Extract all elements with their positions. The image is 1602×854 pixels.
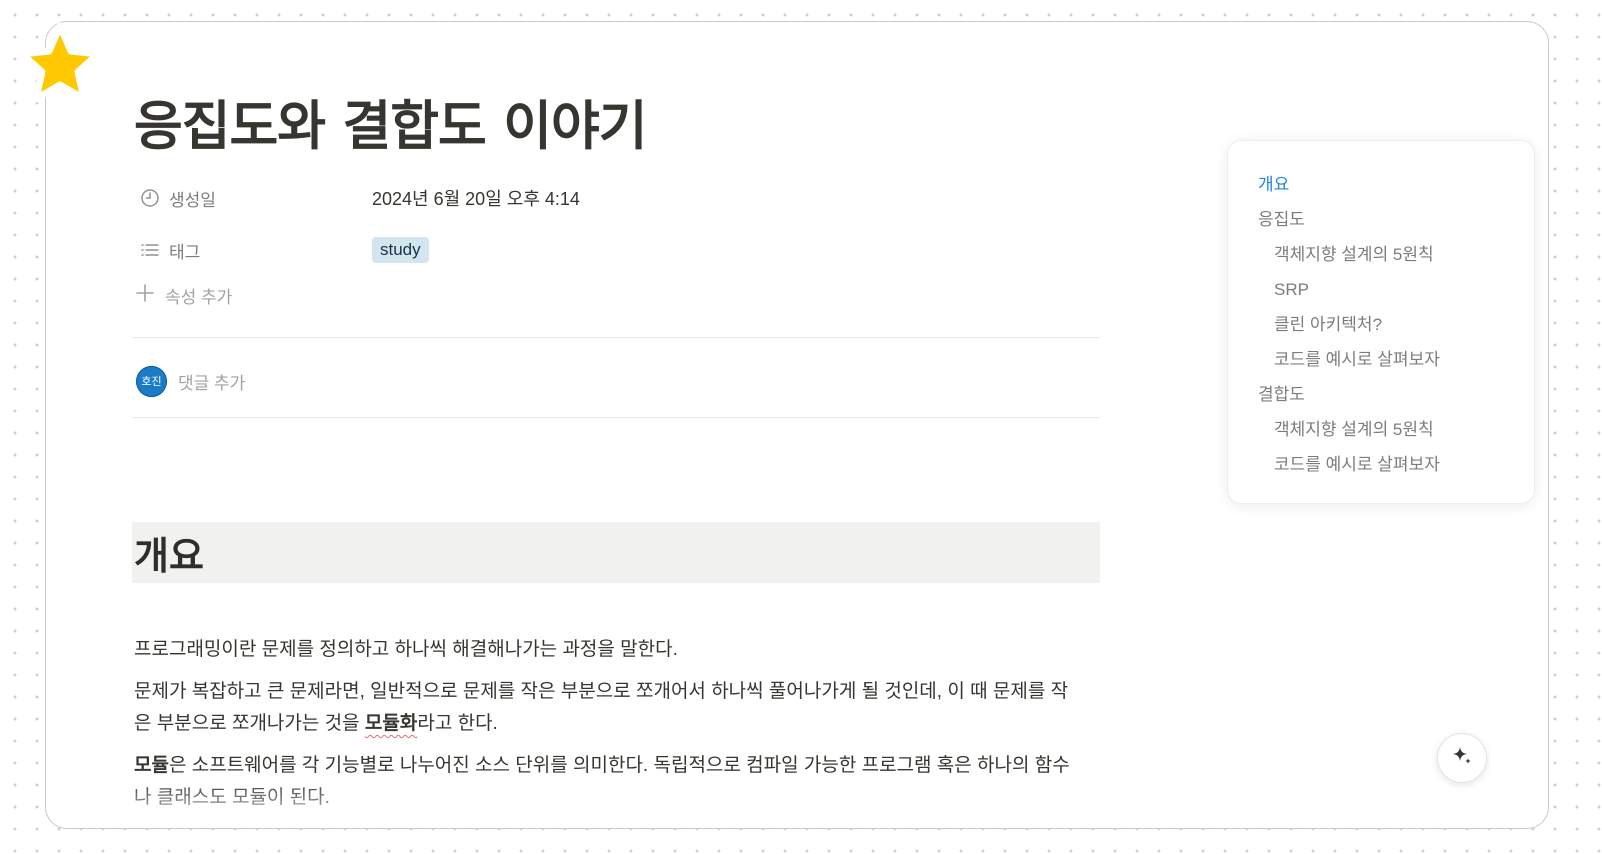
property-tags[interactable]: 태그 study — [134, 224, 1099, 276]
plus-icon — [134, 282, 156, 309]
add-property-label: 속성 추가 — [165, 287, 233, 307]
add-comment[interactable]: 호진 댓글 추가 — [136, 365, 245, 397]
property-created[interactable]: 생성일 2024년 6월 20일 오후 4:14 — [134, 172, 1099, 224]
paragraph: 모듈은 소프트웨어를 각 기능별로 나누어진 소스 단위를 의미한다. 독립적으… — [134, 750, 1079, 814]
divider — [132, 417, 1100, 418]
toc-item[interactable]: 결합도 — [1228, 377, 1534, 412]
paragraph-text: 라고 한다. — [417, 713, 498, 734]
toc-item[interactable]: SRP — [1228, 272, 1534, 307]
ai-assistant-button[interactable] — [1437, 733, 1487, 783]
paragraph-text: 은 소프트웨어를 각 기능별로 나누어진 소스 단위를 의미한다. 독립적으로 … — [134, 755, 1070, 808]
page-card: 응집도와 결합도 이야기 생성일 2024년 6월 20일 오후 4:14 태그… — [45, 21, 1549, 829]
toc-item[interactable]: 클린 아키텍처? — [1228, 307, 1534, 342]
avatar: 호진 — [136, 365, 167, 397]
paragraph-text: 문제가 복잡하고 큰 문제라면, 일반적으로 문제를 작은 부분으로 쪼개어서 … — [134, 681, 1069, 734]
property-value-created[interactable]: 2024년 6월 20일 오후 4:14 — [372, 185, 580, 211]
clock-icon — [139, 187, 161, 209]
property-label-tags: 태그 — [169, 242, 201, 262]
sparkle-icon — [1450, 744, 1474, 773]
properties: 생성일 2024년 6월 20일 오후 4:14 태그 study — [134, 172, 1099, 276]
paragraph: 프로그래밍이란 문제를 정의하고 하나씩 해결해나가는 과정을 말한다. — [134, 639, 678, 660]
divider — [132, 337, 1100, 338]
star-icon[interactable] — [14, 18, 106, 110]
toc-item[interactable]: 코드를 예시로 살펴보자 — [1228, 342, 1534, 377]
list-icon — [139, 239, 161, 261]
toc-item[interactable]: 개요 — [1228, 167, 1534, 202]
toc-item[interactable]: 코드를 예시로 살펴보자 — [1228, 447, 1534, 482]
add-property-button[interactable]: 속성 추가 — [134, 280, 232, 310]
property-label-created: 생성일 — [169, 190, 216, 210]
page-title[interactable]: 응집도와 결합도 이야기 — [134, 84, 648, 160]
toc-item[interactable]: 객체지향 설계의 5원칙 — [1228, 237, 1534, 272]
toc-item[interactable]: 응집도 — [1228, 202, 1534, 237]
toc-item[interactable]: 객체지향 설계의 5원칙 — [1228, 412, 1534, 447]
bold-term: 모듈 — [134, 755, 169, 776]
tag-chip[interactable]: study — [372, 237, 429, 263]
paragraph: 문제가 복잡하고 큰 문제라면, 일반적으로 문제를 작은 부분으로 쪼개어서 … — [134, 676, 1079, 740]
add-comment-label: 댓글 추가 — [178, 373, 246, 393]
heading-block[interactable]: 개요 — [132, 522, 1100, 583]
body-text[interactable]: 프로그래밍이란 문제를 정의하고 하나씩 해결해나가는 과정을 말한다. 문제가… — [134, 634, 1079, 824]
section-heading: 개요 — [134, 534, 204, 578]
bold-term: 모듈화 — [364, 713, 418, 734]
table-of-contents: 개요 응집도 객체지향 설계의 5원칙 SRP 클린 아키텍처? 코드를 예시로… — [1227, 140, 1535, 504]
